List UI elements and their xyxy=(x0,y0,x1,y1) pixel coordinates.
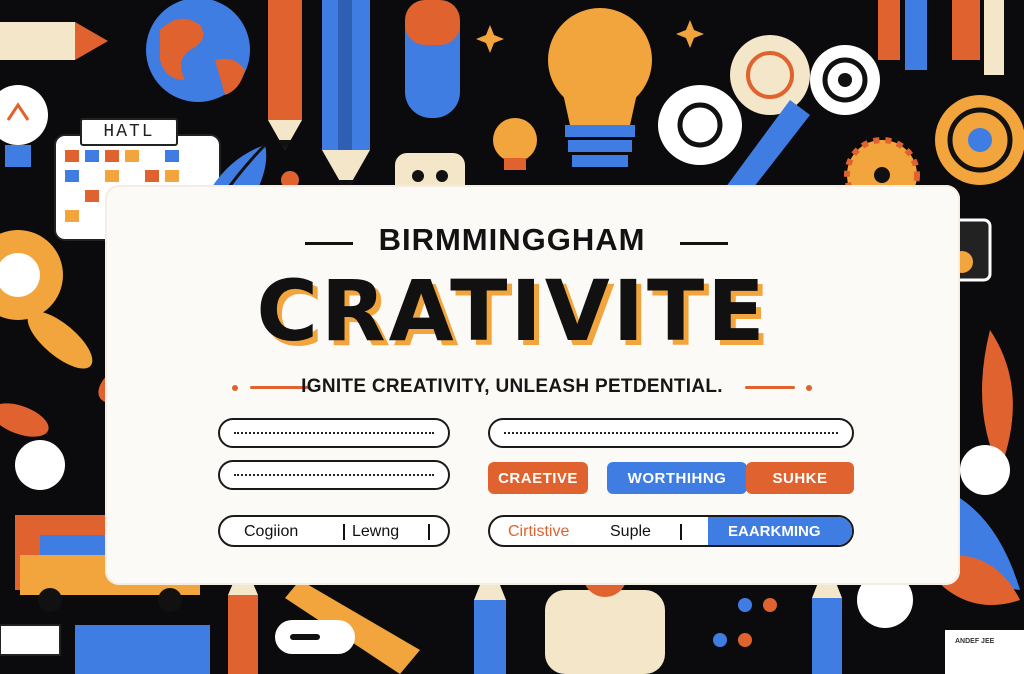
target-icon xyxy=(935,95,1024,185)
globe-icon xyxy=(146,0,250,102)
tagline-dash xyxy=(745,386,795,389)
tagline-dot xyxy=(806,385,812,391)
calendar-label: HATL xyxy=(80,118,178,146)
corner-label: ANDEF JEE xyxy=(955,638,995,645)
suhke-button[interactable]: SUHKE xyxy=(746,462,854,494)
segment-divider xyxy=(680,524,682,540)
right-segmented-control: Cirtistive Suple EAARKMING xyxy=(488,515,854,547)
target-icon xyxy=(730,35,810,115)
lightbulb-icon xyxy=(0,85,48,167)
ruler-icon xyxy=(0,624,210,674)
capsule-icon xyxy=(405,0,460,118)
pencil-icon xyxy=(268,0,302,150)
small-lightbulb-icon xyxy=(493,118,537,170)
chat-bubble-icon xyxy=(658,85,742,165)
segment-option[interactable]: Suple xyxy=(610,523,651,541)
pencil-icon xyxy=(0,22,108,60)
headline: CRATIVITE xyxy=(256,262,768,360)
tagline: IGNITE CREATIVITY, UNLEASH PETDENTIAL. xyxy=(301,376,723,397)
toggle-icon xyxy=(275,620,355,654)
segment-option-active[interactable]: EAARKMING xyxy=(728,523,821,540)
text-field[interactable] xyxy=(488,418,854,448)
lightbulb-icon xyxy=(548,8,652,197)
brand-name: BIRMMINGGHAM xyxy=(378,222,646,257)
brand-rule-right xyxy=(680,242,728,245)
pencil-icon xyxy=(878,0,1004,75)
creative-button[interactable]: CRAETIVE xyxy=(488,462,588,494)
segment-option[interactable]: Cirtistive xyxy=(508,523,569,541)
worthing-button[interactable]: WORTHIHNG xyxy=(607,462,747,494)
left-segmented-control: Cogiion Lewng xyxy=(218,515,450,547)
target-icon xyxy=(810,45,880,115)
segment-option[interactable]: Lewng xyxy=(352,523,399,541)
text-field[interactable] xyxy=(218,418,450,448)
segment-divider xyxy=(343,524,345,540)
corner-panel xyxy=(945,630,1024,674)
text-field[interactable] xyxy=(218,460,450,490)
pencil-icon xyxy=(322,0,370,192)
segment-divider xyxy=(428,524,430,540)
segment-option[interactable]: Cogiion xyxy=(244,523,298,541)
